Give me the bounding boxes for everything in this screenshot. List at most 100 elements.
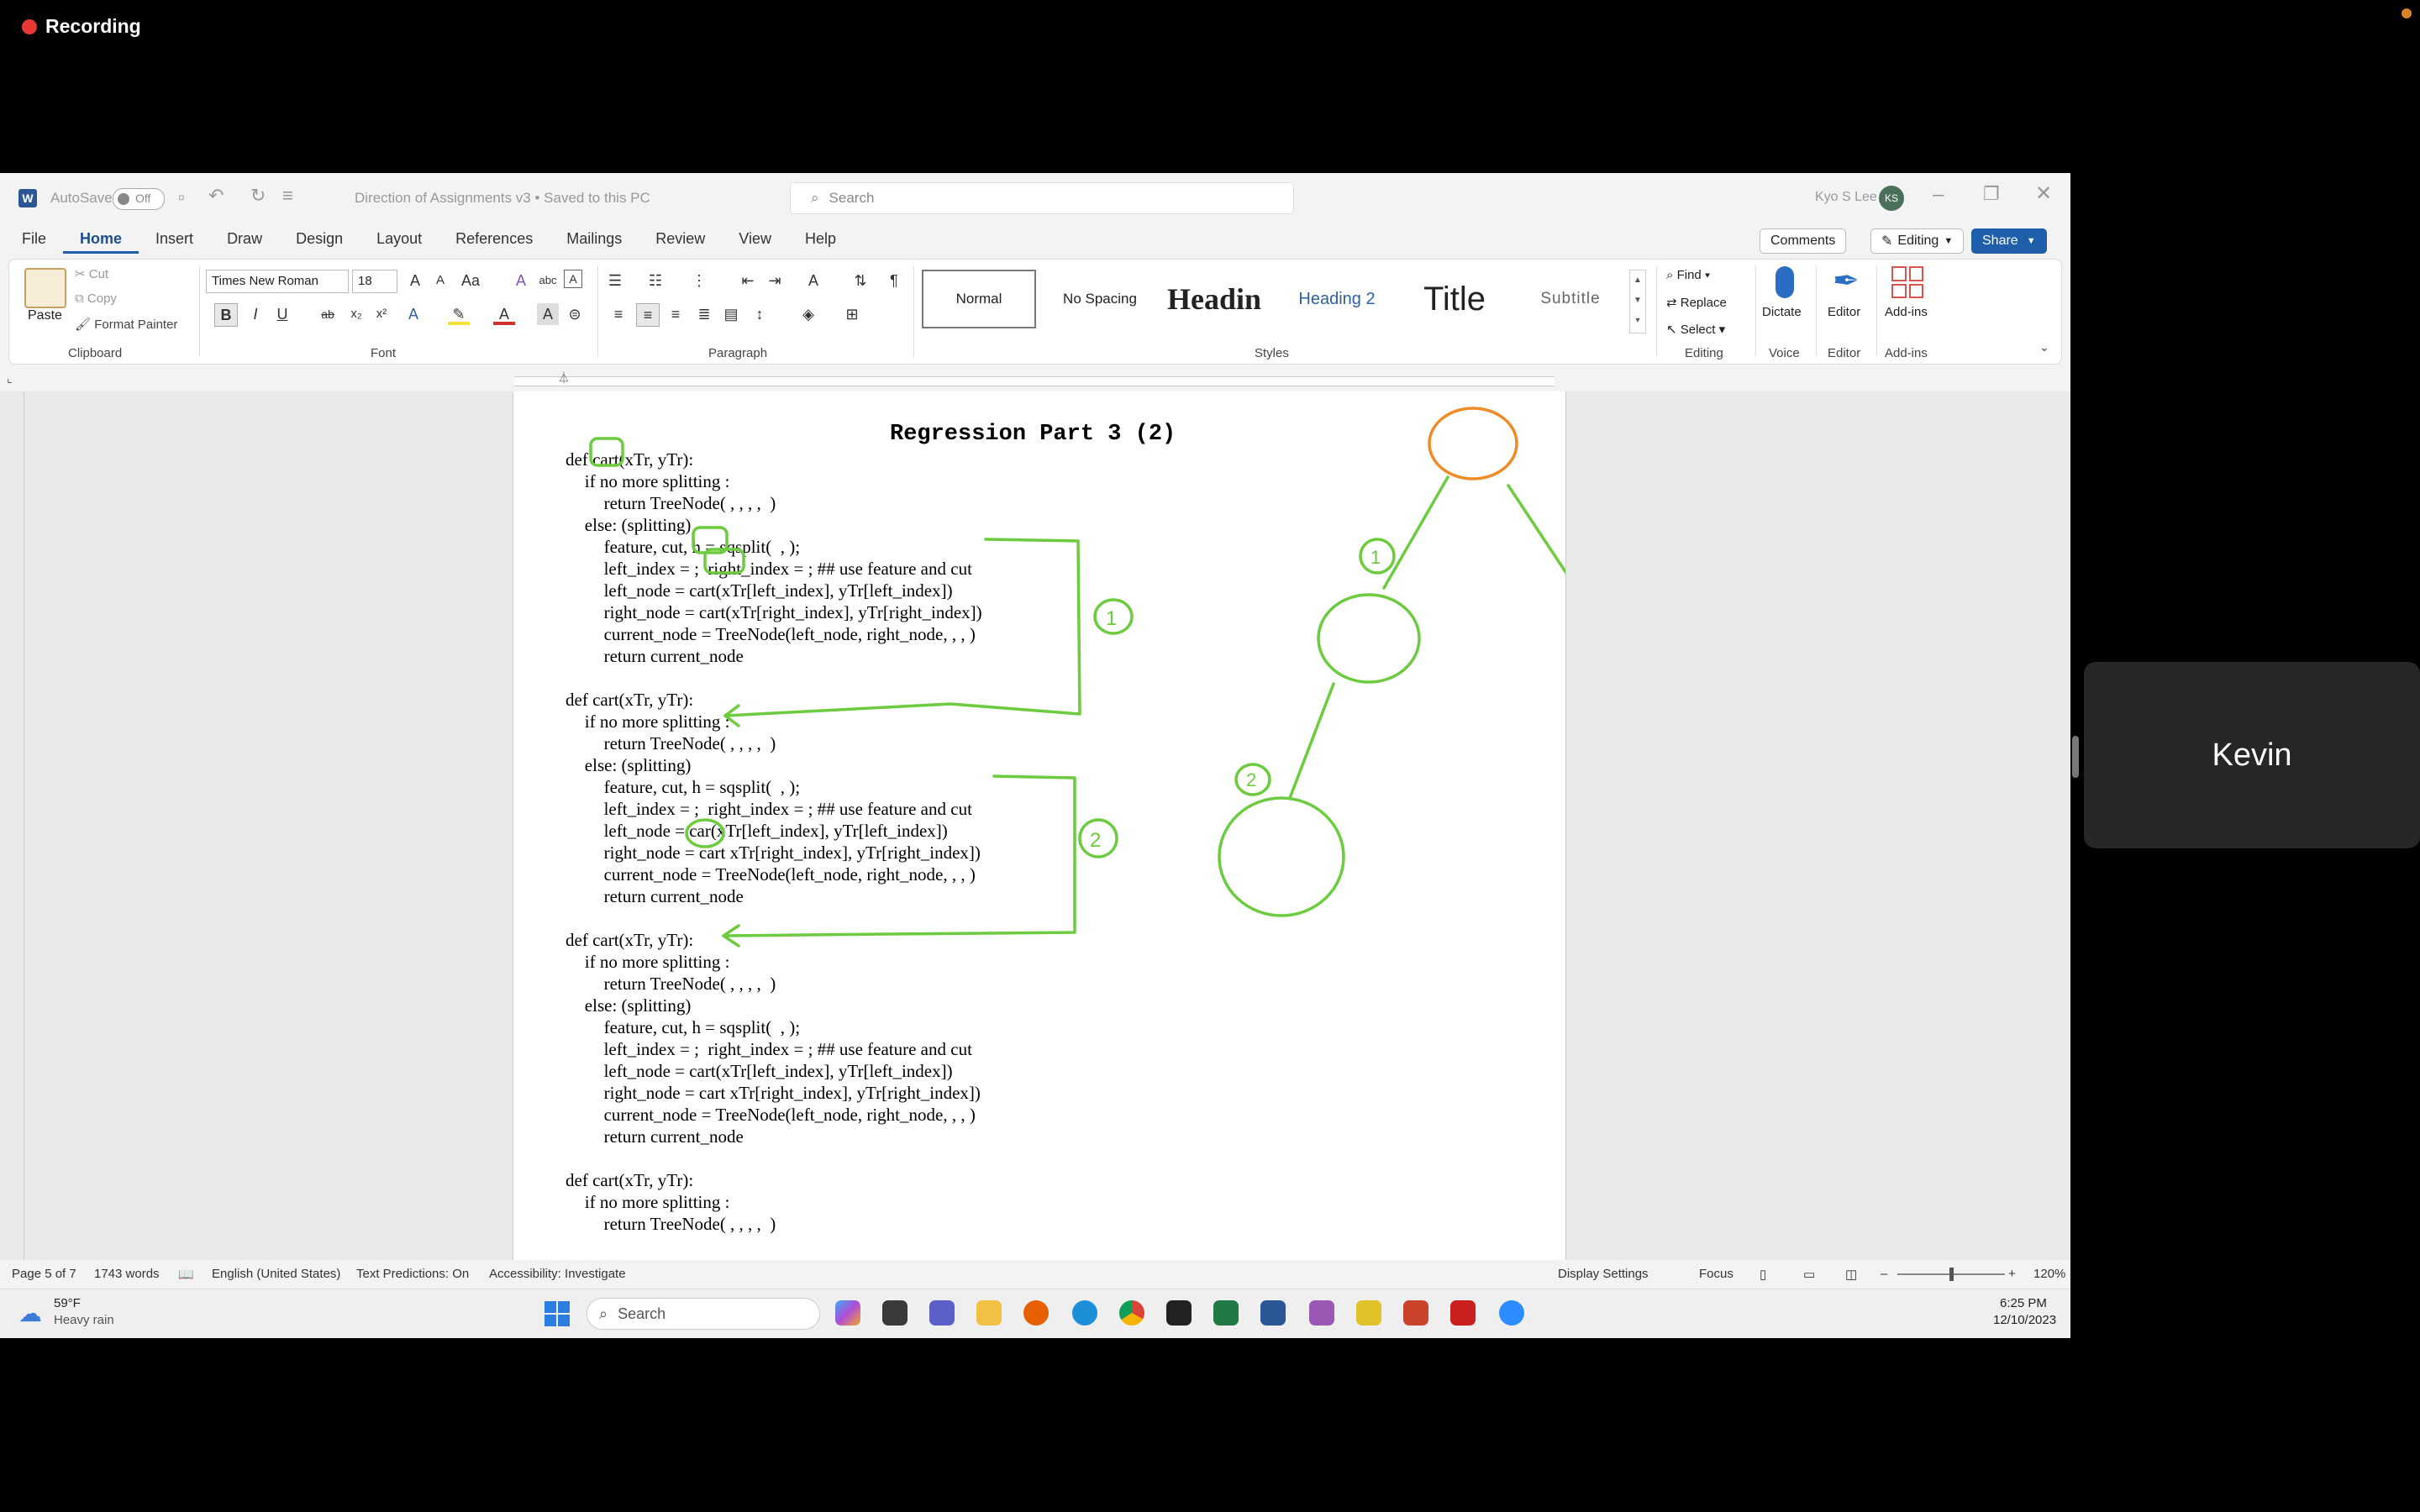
- line-spacing-icon[interactable]: ↕: [749, 303, 771, 325]
- document-title[interactable]: Direction of Assignments v3 • Saved to t…: [355, 190, 650, 207]
- dictate-button[interactable]: Dictate: [1762, 305, 1802, 319]
- subscript-button[interactable]: x₂: [345, 303, 367, 325]
- excel-icon[interactable]: [1213, 1300, 1239, 1326]
- font-size-select[interactable]: 18: [352, 270, 397, 293]
- style-no-spacing[interactable]: No Spacing: [1043, 270, 1157, 328]
- redo-icon[interactable]: ↻: [250, 185, 266, 207]
- style-normal[interactable]: Normal: [922, 270, 1036, 328]
- zoom-in-icon[interactable]: +: [2008, 1267, 2016, 1281]
- align-right-icon[interactable]: ≡: [665, 303, 687, 325]
- style-title[interactable]: Title: [1396, 270, 1513, 328]
- grow-font-icon[interactable]: A: [404, 270, 426, 291]
- zoom-slider[interactable]: [1897, 1268, 2005, 1281]
- page-count[interactable]: Page 5 of 7: [12, 1267, 76, 1281]
- style-heading-1[interactable]: Headin: [1160, 270, 1280, 328]
- taskbar-search[interactable]: ⌕ Search: [587, 1298, 820, 1330]
- add-ins-icon[interactable]: [1891, 266, 1923, 298]
- file-explorer-icon[interactable]: [976, 1300, 1002, 1326]
- document-page[interactable]: Regression Part 3 (2) def cart(xTr, yTr)…: [513, 391, 1566, 1260]
- clock-date[interactable]: 12/10/2023: [1993, 1313, 2056, 1327]
- copilot-icon[interactable]: [835, 1300, 860, 1326]
- editing-mode-button[interactable]: ✎ Editing ▼: [1870, 228, 1965, 254]
- ruler[interactable]: ⌞ ⏃: [0, 368, 2070, 391]
- search-box[interactable]: ⌕ Search: [790, 182, 1294, 214]
- underline-button[interactable]: U: [271, 303, 293, 325]
- firefox-icon[interactable]: [1023, 1300, 1049, 1326]
- edge-icon[interactable]: [1072, 1300, 1097, 1326]
- tab-mailings[interactable]: Mailings: [550, 223, 639, 254]
- justify-icon[interactable]: ≣: [693, 303, 715, 325]
- copy-button[interactable]: ⧉ Copy: [75, 291, 117, 306]
- share-button[interactable]: Share ▼: [1971, 228, 2047, 254]
- paste-icon[interactable]: [24, 268, 66, 308]
- bold-button[interactable]: B: [214, 303, 238, 327]
- font-name-select[interactable]: Times New Roman: [206, 270, 349, 293]
- phonetic-guide-icon[interactable]: abc: [537, 270, 559, 291]
- tab-references[interactable]: References: [439, 223, 550, 254]
- teams-icon[interactable]: [929, 1300, 955, 1326]
- text-effects-icon[interactable]: A: [402, 303, 424, 325]
- start-icon[interactable]: [544, 1301, 570, 1326]
- decrease-indent-icon[interactable]: ⇤: [737, 270, 759, 291]
- multilevel-list-icon[interactable]: ⋮: [688, 270, 710, 291]
- tab-insert[interactable]: Insert: [139, 223, 210, 254]
- character-shading-icon[interactable]: A: [537, 303, 559, 325]
- weather-desc[interactable]: Heavy rain: [54, 1313, 114, 1327]
- read-mode-icon[interactable]: ▯: [1760, 1267, 1766, 1282]
- snipping-tool-icon[interactable]: [1309, 1300, 1334, 1326]
- focus-button[interactable]: Focus: [1699, 1267, 1733, 1281]
- proofing-icon[interactable]: 📖: [178, 1267, 194, 1282]
- editor-pen-icon[interactable]: ✒: [1833, 265, 1860, 298]
- format-painter-button[interactable]: 🖌 Format Painter: [75, 317, 177, 332]
- tab-layout[interactable]: Layout: [360, 223, 439, 254]
- weather-temp[interactable]: 59°F: [54, 1296, 81, 1310]
- tab-review[interactable]: Review: [639, 223, 722, 254]
- minimize-icon[interactable]: –: [1933, 183, 1944, 207]
- superscript-button[interactable]: x²: [371, 303, 392, 325]
- tab-design[interactable]: Design: [279, 223, 360, 254]
- customize-toolbar-icon[interactable]: ≡: [282, 185, 293, 207]
- shrink-font-icon[interactable]: A: [429, 270, 451, 291]
- tab-file[interactable]: File: [0, 223, 63, 254]
- style-subtitle[interactable]: Subtitle: [1518, 270, 1623, 328]
- tab-draw[interactable]: Draw: [210, 223, 279, 254]
- panel-resize-handle[interactable]: [2072, 736, 2079, 778]
- style-heading-2[interactable]: Heading 2: [1283, 270, 1391, 328]
- tab-help[interactable]: Help: [788, 223, 853, 254]
- web-layout-icon[interactable]: ◫: [1845, 1267, 1857, 1282]
- display-settings-button[interactable]: Display Settings: [1558, 1267, 1649, 1281]
- tab-home[interactable]: Home: [63, 223, 139, 254]
- participant-tile[interactable]: Kevin: [2084, 662, 2420, 848]
- zoom-app-icon[interactable]: [1499, 1300, 1524, 1326]
- print-layout-icon[interactable]: ▭: [1803, 1267, 1815, 1282]
- cut-button[interactable]: ✂ Cut: [75, 266, 108, 281]
- italic-button[interactable]: I: [245, 303, 266, 325]
- clock-time[interactable]: 6:25 PM: [2000, 1296, 2047, 1310]
- accessibility-status[interactable]: Accessibility: Investigate: [489, 1267, 626, 1281]
- bullets-icon[interactable]: ☰: [604, 270, 626, 291]
- powerpoint-icon[interactable]: [1403, 1300, 1428, 1326]
- paste-button[interactable]: Paste: [28, 308, 62, 323]
- app-icon[interactable]: [1356, 1300, 1381, 1326]
- text-predictions-status[interactable]: Text Predictions: On: [356, 1267, 469, 1281]
- tab-selector-icon[interactable]: ⌞: [7, 371, 13, 386]
- undo-icon[interactable]: ↶: [208, 185, 224, 207]
- zoom-level[interactable]: 120%: [2033, 1267, 2065, 1281]
- numbering-icon[interactable]: ☷: [644, 270, 666, 291]
- align-left-icon[interactable]: ≡: [608, 303, 629, 325]
- chrome-icon[interactable]: [1119, 1300, 1144, 1326]
- show-formatting-icon[interactable]: ¶: [883, 270, 905, 291]
- align-center-icon[interactable]: ≡: [636, 303, 660, 327]
- microphone-icon[interactable]: [1776, 266, 1794, 298]
- highlight-icon[interactable]: ✎: [448, 303, 470, 325]
- save-icon[interactable]: ▫: [178, 186, 185, 208]
- strikethrough-button[interactable]: ab: [317, 303, 339, 325]
- close-icon[interactable]: ✕: [2035, 181, 2052, 206]
- comments-button[interactable]: Comments: [1760, 228, 1847, 254]
- editor-button[interactable]: Editor: [1828, 305, 1860, 319]
- autosave-toggle[interactable]: Off: [113, 188, 165, 210]
- styles-scroll[interactable]: ▲ ▼ ▾: [1629, 270, 1646, 333]
- add-ins-button[interactable]: Add-ins: [1885, 305, 1928, 319]
- terminal-icon[interactable]: [1166, 1300, 1192, 1326]
- avatar[interactable]: KS: [1879, 186, 1904, 211]
